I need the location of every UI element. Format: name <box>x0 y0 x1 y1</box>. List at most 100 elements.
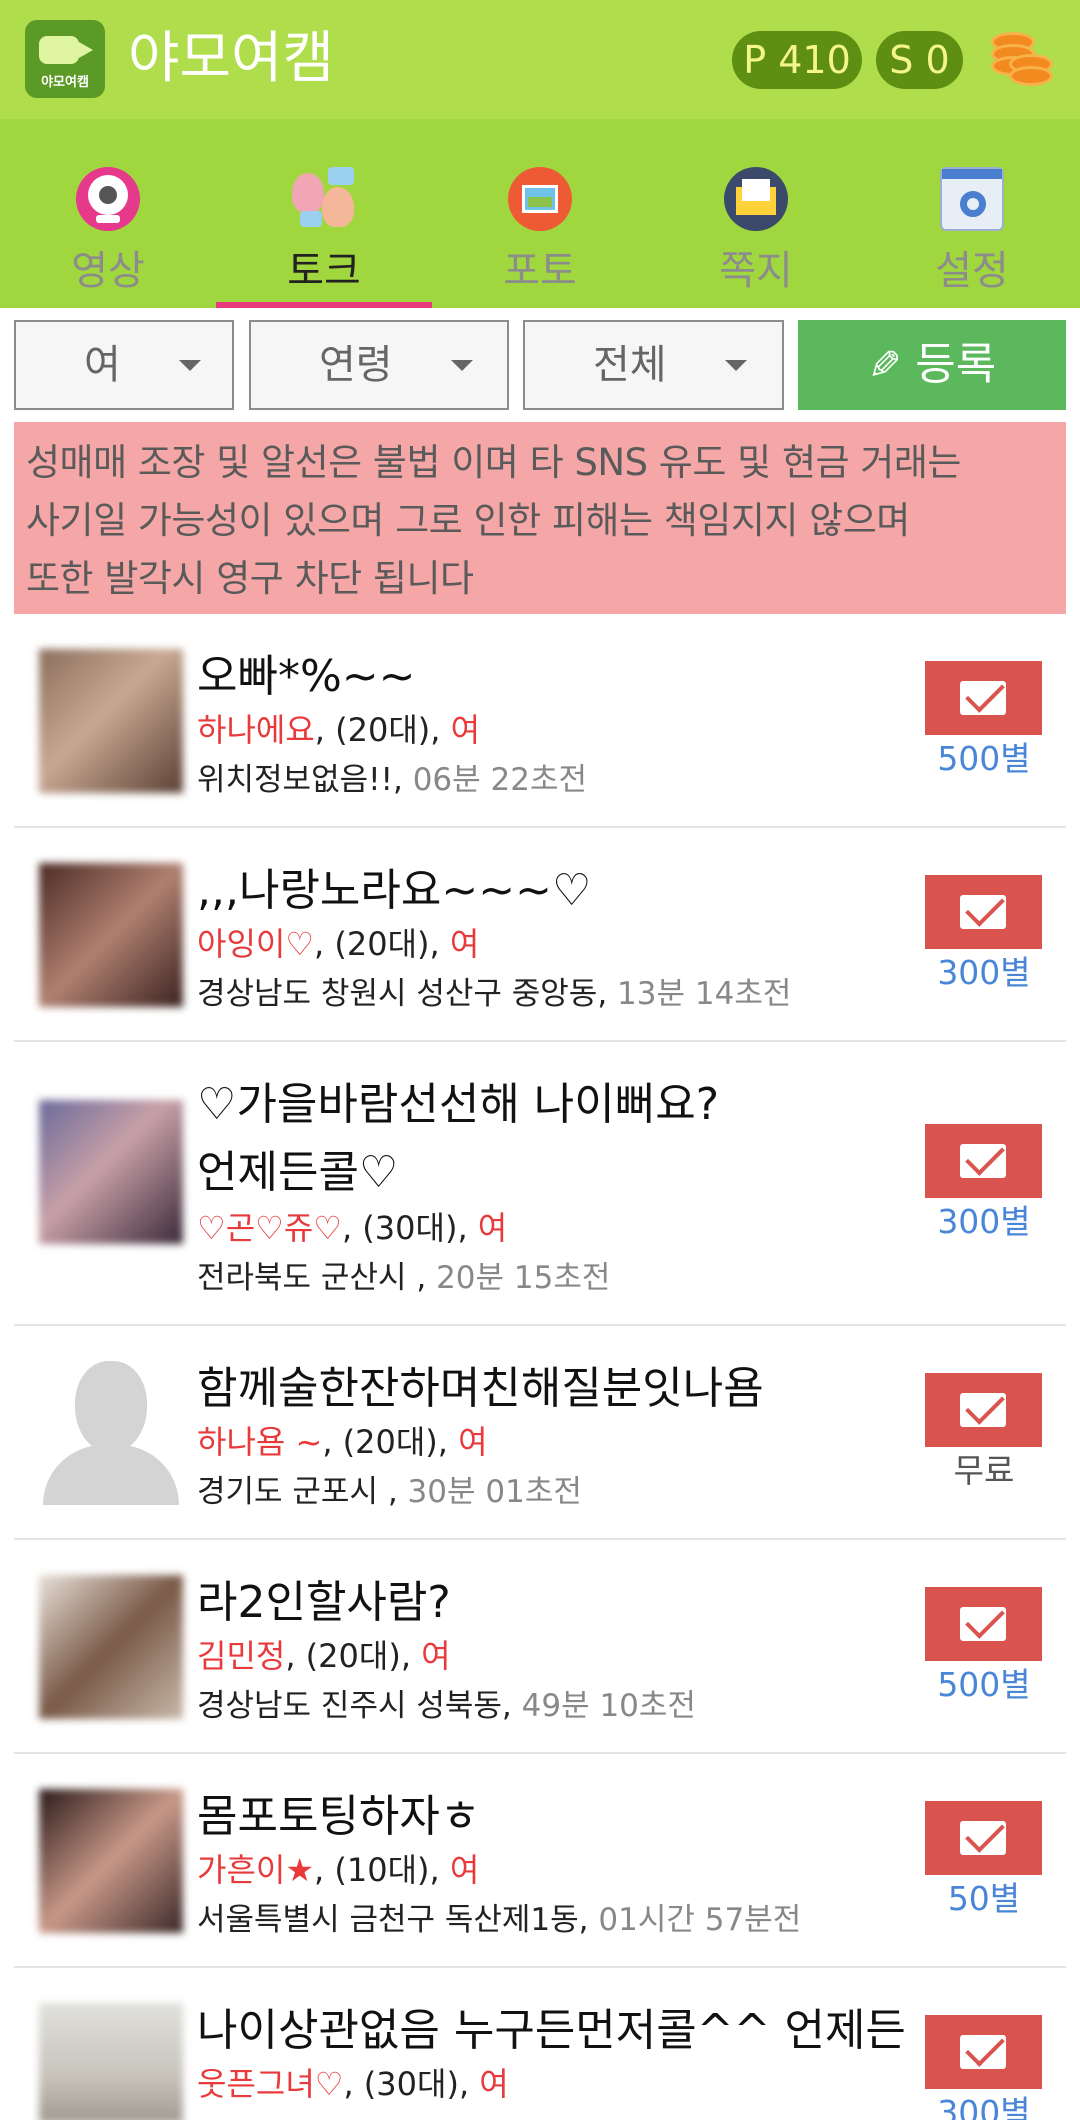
post-title: ♡가을바람선선해 나이뻐요? <box>197 1079 720 1130</box>
age-group: (20대) <box>342 1423 438 1461</box>
envelope-icon <box>960 1393 1006 1427</box>
coins-icon[interactable] <box>985 24 1057 96</box>
age-select-value: 연령 <box>319 342 393 388</box>
location-text: 위치정보없음!! <box>197 762 393 798</box>
gender: 여 <box>458 1423 488 1461</box>
tab-label: 쪽지 <box>719 248 793 294</box>
message-price: 300별 <box>937 953 1031 992</box>
list-item[interactable]: ♡가을바람선선해 나이뻐요? 언제든콜♡ ♡곤♡쥬♡, (30대), 여 전라북… <box>14 1044 1066 1326</box>
tab-talk[interactable]: 토크 <box>216 119 432 308</box>
caret-down-icon <box>725 360 747 371</box>
age-select[interactable]: 연령 <box>249 320 509 410</box>
stars-badge[interactable]: S 0 <box>876 31 963 89</box>
nickname: ♡곤♡쥬♡ <box>197 1209 342 1247</box>
profile-thumbnail[interactable] <box>39 863 183 1007</box>
envelope-icon <box>960 681 1006 715</box>
tab-label: 토크 <box>287 248 361 294</box>
nickname: 아잉이♡ <box>197 925 315 963</box>
gender: 여 <box>450 711 481 749</box>
photo-icon <box>508 167 572 231</box>
list-item[interactable]: 라2인할사람? 김민정, (20대), 여 경상남도 진주시 성북동, 49분 … <box>14 1542 1066 1754</box>
points-badge[interactable]: P 410 <box>732 31 862 89</box>
message-price: 300별 <box>937 2093 1031 2120</box>
camera-icon <box>39 36 93 64</box>
logo-text: 야모여캠 <box>41 75 89 90</box>
tab-message[interactable]: 쪽지 <box>648 119 864 308</box>
post-meta: ♡곤♡쥬♡, (30대), 여 <box>197 1209 508 1247</box>
location-text: 전라북도 군산시 <box>197 1260 417 1296</box>
elapsed-time: 01시간 57분전 <box>598 1902 802 1938</box>
gender: 여 <box>477 1209 508 1247</box>
post-meta: 하나에요, (20대), 여 <box>197 711 481 749</box>
post-title-line2: 언제든콜♡ <box>197 1147 399 1198</box>
profile-thumbnail[interactable] <box>39 1789 183 1933</box>
main-tabs: 영상 토크 포토 쪽지 설정 <box>0 119 1080 308</box>
envelope-icon <box>960 1821 1006 1855</box>
tab-settings[interactable]: 설정 <box>864 119 1080 308</box>
post-location: 전라북도 군산시 , 20분 15초전 <box>197 1260 611 1296</box>
warning-line: 성매매 조장 및 알선은 불법 이며 타 SNS 유도 및 현금 거래는 <box>26 441 961 484</box>
location-text: 서울특별시 금천구 독산제1동 <box>197 1902 579 1938</box>
gender-select[interactable]: 여 <box>14 320 234 410</box>
send-message-button[interactable] <box>925 1587 1042 1661</box>
post-location: 경기도 군포시 , 30분 01초전 <box>197 1474 582 1510</box>
mail-icon <box>724 167 788 231</box>
envelope-icon <box>960 2035 1006 2069</box>
nickname: 하나에요 <box>197 711 315 749</box>
post-title: 몸포토팅하자ㅎ <box>197 1791 481 1842</box>
tab-photo[interactable]: 포토 <box>432 119 648 308</box>
message-price: 300별 <box>937 1202 1031 1241</box>
post-title: 오빠*%~~ <box>197 651 416 702</box>
profile-thumbnail[interactable] <box>39 2003 183 2120</box>
profile-thumbnail[interactable] <box>39 1100 183 1244</box>
active-tab-indicator <box>216 302 432 308</box>
elapsed-time: 30분 01초전 <box>407 1474 582 1510</box>
tab-label: 포토 <box>503 248 577 294</box>
list-item[interactable]: 나이상관없음 누구든먼저콜^^ 언제든 웃픈그녀♡, (30대), 여 300별 <box>14 1970 1066 2120</box>
age-group: (20대) <box>334 925 430 963</box>
envelope-icon <box>960 1144 1006 1178</box>
elapsed-time: 13분 14초전 <box>617 976 792 1012</box>
send-message-button[interactable] <box>925 1124 1042 1198</box>
list-item[interactable]: 오빠*%~~ 하나에요, (20대), 여 위치정보없음!!, 06분 22초전… <box>14 616 1066 828</box>
send-message-button[interactable] <box>925 875 1042 949</box>
post-title: ,,,나랑노라요~~~♡ <box>197 865 592 916</box>
post-meta: 웃픈그녀♡, (30대), 여 <box>197 2065 509 2103</box>
age-group: (20대) <box>335 711 431 749</box>
post-location: 경상남도 창원시 성산구 중앙동, 13분 14초전 <box>197 976 792 1012</box>
message-price: 500별 <box>937 1665 1031 1704</box>
send-message-button[interactable] <box>925 2015 1042 2089</box>
caret-down-icon <box>179 360 201 371</box>
envelope-icon <box>960 895 1006 929</box>
top-app-bar: 야모여캠 야모여캠 P 410 S 0 <box>0 0 1080 119</box>
profile-thumbnail[interactable] <box>39 1575 183 1719</box>
envelope-icon <box>960 1607 1006 1641</box>
post-location: 서울특별시 금천구 독산제1동, 01시간 57분전 <box>197 1902 802 1938</box>
message-price: 50별 <box>947 1879 1021 1918</box>
post-location: 위치정보없음!!, 06분 22초전 <box>197 762 588 798</box>
send-message-button[interactable] <box>925 1373 1042 1447</box>
default-avatar-icon[interactable] <box>39 1361 183 1505</box>
gender-select-value: 여 <box>84 342 121 388</box>
elapsed-time: 20분 15초전 <box>436 1260 611 1296</box>
message-price: 무료 <box>953 1451 1015 1490</box>
region-select-value: 전체 <box>593 342 667 388</box>
list-item[interactable]: 함께술한잔하며친해질분잇나욤 하나욤 ~, (20대), 여 경기도 군포시 ,… <box>14 1328 1066 1540</box>
tab-video[interactable]: 영상 <box>0 119 216 308</box>
region-select[interactable]: 전체 <box>523 320 784 410</box>
message-price: 500별 <box>937 739 1031 778</box>
list-item[interactable]: ,,,나랑노라요~~~♡ 아잉이♡, (20대), 여 경상남도 창원시 성산구… <box>14 830 1066 1042</box>
age-group: (30대) <box>363 2065 459 2103</box>
warning-line: 사기일 가능성이 있으며 그로 인한 피해는 책임지지 않으며 <box>26 499 910 542</box>
profile-thumbnail[interactable] <box>39 649 183 793</box>
post-location: 경상남도 진주시 성북동, 49분 10초전 <box>197 1688 696 1724</box>
nickname: 웃픈그녀♡ <box>197 2065 344 2103</box>
nickname: 김민정 <box>197 1637 286 1675</box>
register-button[interactable]: ✎ 등록 <box>798 320 1066 410</box>
tab-label: 영상 <box>71 248 145 294</box>
post-meta: 김민정, (20대), 여 <box>197 1637 451 1675</box>
tab-label: 설정 <box>935 248 1009 294</box>
send-message-button[interactable] <box>925 1801 1042 1875</box>
list-item[interactable]: 몸포토팅하자ㅎ 가흔이★, (10대), 여 서울특별시 금천구 독산제1동, … <box>14 1756 1066 1968</box>
send-message-button[interactable] <box>925 661 1042 735</box>
